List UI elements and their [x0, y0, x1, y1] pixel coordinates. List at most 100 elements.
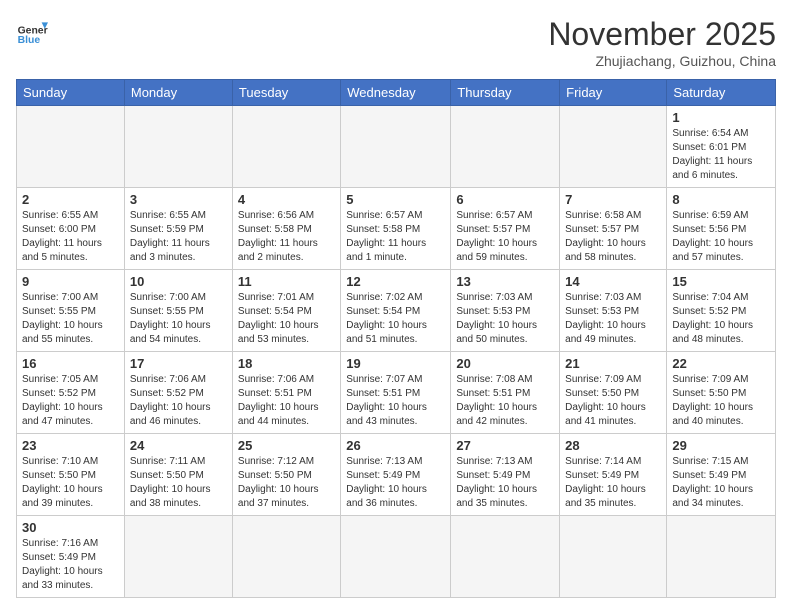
day-info: Sunrise: 7:03 AM Sunset: 5:53 PM Dayligh… — [456, 291, 554, 347]
day-cell: 26 Sunrise: 7:13 AM Sunset: 5:49 PM Dayli… — [341, 434, 451, 516]
week-row-5: 30 Sunrise: 7:16 AM Sunset: 5:49 PM Dayli… — [17, 516, 776, 598]
day-number: 10 — [130, 274, 227, 289]
day-cell: 13 Sunrise: 7:03 AM Sunset: 5:53 PM Dayli… — [451, 270, 560, 352]
day-info: Sunrise: 7:13 AM Sunset: 5:49 PM Dayligh… — [346, 455, 445, 511]
day-cell — [124, 516, 232, 598]
day-cell — [232, 106, 340, 188]
weekday-header-friday: Friday — [560, 80, 667, 106]
day-number: 20 — [456, 356, 554, 371]
day-cell: 18 Sunrise: 7:06 AM Sunset: 5:51 PM Dayli… — [232, 352, 340, 434]
weekday-header-wednesday: Wednesday — [341, 80, 451, 106]
day-number: 4 — [238, 192, 335, 207]
day-cell: 6Sunrise: 6:57 AM Sunset: 5:57 PM Daylig… — [451, 188, 560, 270]
day-cell — [560, 516, 667, 598]
day-number: 12 — [346, 274, 445, 289]
day-info: Sunrise: 6:57 AM Sunset: 5:58 PM Dayligh… — [346, 209, 445, 265]
day-cell: 20 Sunrise: 7:08 AM Sunset: 5:51 PM Dayli… — [451, 352, 560, 434]
day-number: 13 — [456, 274, 554, 289]
day-cell: 27 Sunrise: 7:13 AM Sunset: 5:49 PM Dayli… — [451, 434, 560, 516]
day-number: 27 — [456, 438, 554, 453]
weekday-header-thursday: Thursday — [451, 80, 560, 106]
day-info: Sunrise: 7:12 AM Sunset: 5:50 PM Dayligh… — [238, 455, 335, 511]
day-cell: 4Sunrise: 6:56 AM Sunset: 5:58 PM Daylig… — [232, 188, 340, 270]
day-info: Sunrise: 7:01 AM Sunset: 5:54 PM Dayligh… — [238, 291, 335, 347]
day-number: 2 — [22, 192, 119, 207]
day-number: 19 — [346, 356, 445, 371]
day-number: 15 — [672, 274, 770, 289]
day-cell: 10 Sunrise: 7:00 AM Sunset: 5:55 PM Dayli… — [124, 270, 232, 352]
day-info: Sunrise: 7:14 AM Sunset: 5:49 PM Dayligh… — [565, 455, 661, 511]
day-number: 1 — [672, 110, 770, 125]
calendar: SundayMondayTuesdayWednesdayThursdayFrid… — [16, 79, 776, 598]
day-info: Sunrise: 6:55 AM Sunset: 6:00 PM Dayligh… — [22, 209, 119, 265]
day-number: 23 — [22, 438, 119, 453]
day-info: Sunrise: 7:07 AM Sunset: 5:51 PM Dayligh… — [346, 373, 445, 429]
day-info: Sunrise: 6:54 AM Sunset: 6:01 PM Dayligh… — [672, 127, 770, 183]
day-number: 14 — [565, 274, 661, 289]
day-info: Sunrise: 7:02 AM Sunset: 5:54 PM Dayligh… — [346, 291, 445, 347]
day-cell — [341, 516, 451, 598]
svg-text:Blue: Blue — [18, 35, 41, 46]
day-number: 22 — [672, 356, 770, 371]
day-info: Sunrise: 7:06 AM Sunset: 5:51 PM Dayligh… — [238, 373, 335, 429]
day-number: 16 — [22, 356, 119, 371]
day-cell: 2 Sunrise: 6:55 AM Sunset: 6:00 PM Daylig… — [17, 188, 125, 270]
day-cell: 15 Sunrise: 7:04 AM Sunset: 5:52 PM Dayli… — [667, 270, 776, 352]
day-info: Sunrise: 7:04 AM Sunset: 5:52 PM Dayligh… — [672, 291, 770, 347]
day-number: 26 — [346, 438, 445, 453]
day-info: Sunrise: 7:11 AM Sunset: 5:50 PM Dayligh… — [130, 455, 227, 511]
day-info: Sunrise: 6:58 AM Sunset: 5:57 PM Dayligh… — [565, 209, 661, 265]
logo: General Blue — [16, 16, 48, 48]
day-cell: 25Sunrise: 7:12 AM Sunset: 5:50 PM Dayli… — [232, 434, 340, 516]
week-row-0: 1 Sunrise: 6:54 AM Sunset: 6:01 PM Daylig… — [17, 106, 776, 188]
day-cell: 8 Sunrise: 6:59 AM Sunset: 5:56 PM Daylig… — [667, 188, 776, 270]
day-cell: 12 Sunrise: 7:02 AM Sunset: 5:54 PM Dayli… — [341, 270, 451, 352]
day-cell — [667, 516, 776, 598]
day-number: 9 — [22, 274, 119, 289]
day-cell: 30 Sunrise: 7:16 AM Sunset: 5:49 PM Dayli… — [17, 516, 125, 598]
title-block: November 2025 Zhujiachang, Guizhou, Chin… — [548, 16, 776, 69]
day-info: Sunrise: 7:06 AM Sunset: 5:52 PM Dayligh… — [130, 373, 227, 429]
day-cell — [451, 106, 560, 188]
day-cell: 1 Sunrise: 6:54 AM Sunset: 6:01 PM Daylig… — [667, 106, 776, 188]
day-info: Sunrise: 7:03 AM Sunset: 5:53 PM Dayligh… — [565, 291, 661, 347]
day-info: Sunrise: 7:16 AM Sunset: 5:49 PM Dayligh… — [22, 537, 119, 593]
day-info: Sunrise: 7:09 AM Sunset: 5:50 PM Dayligh… — [672, 373, 770, 429]
day-number: 29 — [672, 438, 770, 453]
weekday-header-tuesday: Tuesday — [232, 80, 340, 106]
day-info: Sunrise: 6:59 AM Sunset: 5:56 PM Dayligh… — [672, 209, 770, 265]
day-info: Sunrise: 7:00 AM Sunset: 5:55 PM Dayligh… — [130, 291, 227, 347]
day-info: Sunrise: 7:09 AM Sunset: 5:50 PM Dayligh… — [565, 373, 661, 429]
day-cell — [232, 516, 340, 598]
day-info: Sunrise: 6:55 AM Sunset: 5:59 PM Dayligh… — [130, 209, 227, 265]
day-cell: 3 Sunrise: 6:55 AM Sunset: 5:59 PM Daylig… — [124, 188, 232, 270]
week-row-2: 9 Sunrise: 7:00 AM Sunset: 5:55 PM Daylig… — [17, 270, 776, 352]
weekday-header-row: SundayMondayTuesdayWednesdayThursdayFrid… — [17, 80, 776, 106]
day-info: Sunrise: 7:08 AM Sunset: 5:51 PM Dayligh… — [456, 373, 554, 429]
day-number: 5 — [346, 192, 445, 207]
day-number: 3 — [130, 192, 227, 207]
page-header: General Blue November 2025 Zhujiachang, … — [16, 16, 776, 69]
day-cell: 22 Sunrise: 7:09 AM Sunset: 5:50 PM Dayli… — [667, 352, 776, 434]
day-info: Sunrise: 7:13 AM Sunset: 5:49 PM Dayligh… — [456, 455, 554, 511]
week-row-1: 2 Sunrise: 6:55 AM Sunset: 6:00 PM Daylig… — [17, 188, 776, 270]
day-number: 8 — [672, 192, 770, 207]
logo-icon: General Blue — [16, 16, 48, 48]
day-number: 18 — [238, 356, 335, 371]
day-cell: 29Sunrise: 7:15 AM Sunset: 5:49 PM Dayli… — [667, 434, 776, 516]
day-cell: 28Sunrise: 7:14 AM Sunset: 5:49 PM Dayli… — [560, 434, 667, 516]
day-number: 30 — [22, 520, 119, 535]
day-info: Sunrise: 7:00 AM Sunset: 5:55 PM Dayligh… — [22, 291, 119, 347]
day-cell: 17Sunrise: 7:06 AM Sunset: 5:52 PM Dayli… — [124, 352, 232, 434]
day-cell — [17, 106, 125, 188]
day-cell — [451, 516, 560, 598]
day-cell: 14 Sunrise: 7:03 AM Sunset: 5:53 PM Dayli… — [560, 270, 667, 352]
day-info: Sunrise: 7:05 AM Sunset: 5:52 PM Dayligh… — [22, 373, 119, 429]
day-cell: 19 Sunrise: 7:07 AM Sunset: 5:51 PM Dayli… — [341, 352, 451, 434]
day-cell — [124, 106, 232, 188]
month-title: November 2025 — [548, 16, 776, 53]
day-info: Sunrise: 7:10 AM Sunset: 5:50 PM Dayligh… — [22, 455, 119, 511]
day-cell: 5 Sunrise: 6:57 AM Sunset: 5:58 PM Daylig… — [341, 188, 451, 270]
weekday-header-sunday: Sunday — [17, 80, 125, 106]
day-cell: 24Sunrise: 7:11 AM Sunset: 5:50 PM Dayli… — [124, 434, 232, 516]
